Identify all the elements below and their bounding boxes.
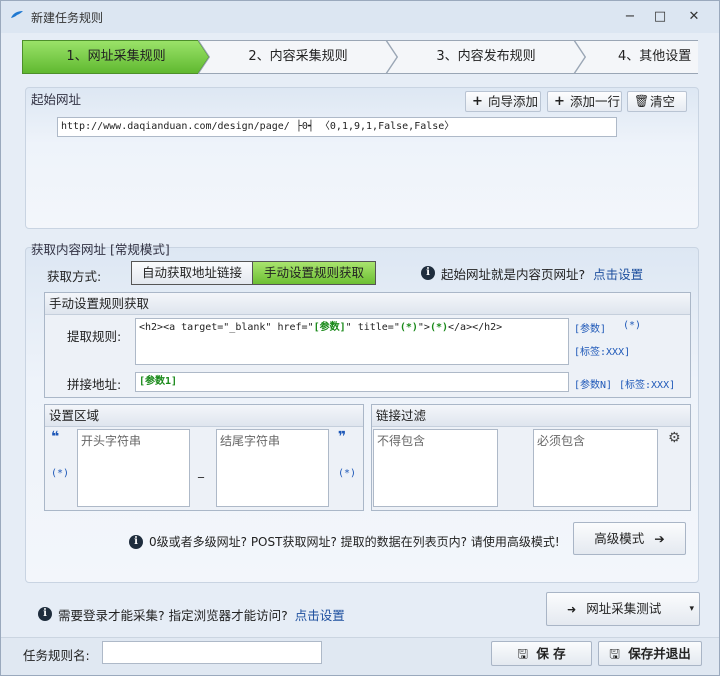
fetch-method-label: 获取方式: <box>47 269 102 284</box>
task-name-label: 任务规则名: <box>23 648 90 663</box>
extract-wildcard-token: (*) <box>399 322 418 333</box>
save-disk-icon: 🖫 <box>517 646 528 661</box>
step-content-rules-label: 2、内容采集规则 <box>248 49 348 64</box>
step-other-settings-label: 4、其他设置 <box>618 49 692 64</box>
info-icon: i <box>129 535 143 549</box>
step-publish-rules-label: 3、内容发布规则 <box>436 49 536 64</box>
url-collect-test-button[interactable]: ➜ 网址采集测试 ▾ <box>546 592 700 626</box>
param-n-tag-link[interactable]: [参数N] <box>574 376 612 391</box>
end-string-input[interactable]: 结尾字符串 <box>216 429 329 507</box>
save-label: 保 存 <box>536 646 566 661</box>
extract-rule-part: "> <box>417 322 430 333</box>
start-url-marker: ├0┥ <box>295 121 314 132</box>
new-task-rule-window: 新建任务规则 − □ ✕ 1、网址采集规则 2、内容采集规则 3、内容发布规则 <box>0 0 720 676</box>
wildcard-right-link[interactable]: (*) <box>338 468 356 479</box>
extract-rule-label: 提取规则: <box>67 329 122 344</box>
close-button[interactable]: ✕ <box>681 7 707 27</box>
app-logo-icon <box>11 11 23 18</box>
maximize-icon: □ <box>653 9 667 24</box>
auto-fetch-label: 自动获取地址链接 <box>141 265 242 280</box>
join-url-value: [参数1] <box>139 376 178 387</box>
extract-rule-part: <h2><a target="_blank" href=" <box>139 322 314 333</box>
login-hint: 需要登录才能采集? 指定浏览器才能访问? 点击设置 <box>58 605 345 624</box>
open-quote-icon[interactable]: ❝ <box>51 429 59 445</box>
wizard-steps: 1、网址采集规则 2、内容采集规则 3、内容发布规则 4、其他设置 <box>22 40 698 74</box>
start-string-input[interactable]: 开头字符串 <box>77 429 190 507</box>
wildcard-tag-link[interactable]: (*) <box>623 320 641 331</box>
maximize-button[interactable]: □ <box>647 7 673 27</box>
add-row-label: 添加一行 <box>570 94 621 109</box>
wizard-add-button[interactable]: + 向导添加 <box>465 91 541 112</box>
login-settings-link[interactable]: 点击设置 <box>295 608 345 623</box>
chevron-down-icon[interactable]: ▾ <box>689 593 694 625</box>
extract-rule-input[interactable]: <h2><a target="_blank" href="[参数]" title… <box>135 318 569 365</box>
url-collect-test-label: 网址采集测试 <box>586 601 662 616</box>
start-url-heading: 起始网址 <box>31 92 82 107</box>
title-bar: 新建任务规则 − □ ✕ <box>1 1 719 33</box>
label-tag-link-2[interactable]: [标签:XXX] <box>619 376 675 391</box>
content-page-question: 起始网址就是内容页网址? 点击设置 <box>441 264 643 283</box>
start-url-prefix: http://www.daqianduan.com/design/page/ <box>61 121 290 132</box>
minimize-icon: − <box>624 9 636 24</box>
join-url-input[interactable]: [参数1] <box>135 372 569 392</box>
info-icon: i <box>421 266 435 280</box>
step-url-rules[interactable]: 1、网址采集规则 <box>22 40 210 74</box>
close-quote-icon[interactable]: ❞ <box>338 429 346 445</box>
label-tag-link[interactable]: [标签:XXX] <box>574 343 630 358</box>
extract-rule-part: </a></h2> <box>448 322 503 333</box>
include-filter-input[interactable]: 必须包含 <box>533 429 658 507</box>
fetch-url-heading: 获取内容网址 [常规模式] <box>31 242 170 257</box>
save-disk-icon: 🖫 <box>609 646 620 661</box>
advanced-mode-hint: 0级或者多级网址? POST获取网址? 提取的数据在列表页内? 请使用高级模式! <box>149 535 560 549</box>
content-page-question-text: 起始网址就是内容页网址? <box>441 267 586 282</box>
manual-fetch-label: 手动设置规则获取 <box>263 265 364 280</box>
extract-wildcard-token: (*) <box>429 322 449 333</box>
step-publish-rules[interactable]: 3、内容发布规则 <box>386 40 586 74</box>
step-content-rules[interactable]: 2、内容采集规则 <box>198 40 398 74</box>
extract-param-token: [参数] <box>313 322 346 333</box>
wizard-add-label: 向导添加 <box>488 94 539 109</box>
minimize-button[interactable]: − <box>617 7 643 27</box>
content-page-settings-link[interactable]: 点击设置 <box>593 267 643 282</box>
extract-rule-part: " title=" <box>345 322 400 333</box>
window-title: 新建任务规则 <box>31 11 104 25</box>
start-url-list-item[interactable]: http://www.daqianduan.com/design/page/ ├… <box>57 117 617 137</box>
login-hint-text: 需要登录才能采集? 指定浏览器才能访问? <box>58 608 288 623</box>
manual-fetch-option[interactable]: 手动设置规则获取 <box>253 261 376 285</box>
join-url-label: 拼接地址: <box>67 377 122 392</box>
auto-fetch-option[interactable]: 自动获取地址链接 <box>131 261 253 285</box>
save-and-exit-button[interactable]: 🖫 保存并退出 <box>598 641 702 666</box>
region-dash: _ <box>198 464 204 478</box>
plus-icon: + <box>554 94 565 109</box>
step-url-rules-label: 1、网址采集规则 <box>66 49 166 64</box>
advanced-mode-label: 高级模式 <box>594 531 645 546</box>
param-tag-link[interactable]: [参数] <box>574 320 606 335</box>
arrow-right-icon: ➔ <box>654 531 665 546</box>
link-filter-heading: 链接过滤 <box>372 405 690 427</box>
region-heading: 设置区域 <box>45 405 363 427</box>
clear-label: 清空 <box>650 94 676 109</box>
add-row-button[interactable]: + 添加一行 <box>547 91 622 112</box>
advanced-mode-button[interactable]: 高级模式 ➔ <box>573 522 686 555</box>
gear-icon[interactable]: ⚙ <box>668 430 681 446</box>
save-and-exit-label: 保存并退出 <box>628 646 691 661</box>
task-name-input[interactable] <box>102 641 322 664</box>
clear-button[interactable]: 🗑 清空 <box>627 91 687 112</box>
manual-rules-heading: 手动设置规则获取 <box>45 293 690 315</box>
trash-icon: 🗑 <box>634 94 650 108</box>
exclude-filter-input[interactable]: 不得包含 <box>373 429 498 507</box>
sign-in-icon: ➜ <box>567 603 577 616</box>
wildcard-left-link[interactable]: (*) <box>51 468 69 479</box>
info-icon: i <box>38 607 52 621</box>
save-button[interactable]: 🖫 保 存 <box>491 641 592 666</box>
step-other-settings[interactable]: 4、其他设置 <box>574 40 698 74</box>
close-icon: ✕ <box>688 9 700 24</box>
start-url-suffix: 〈0,1,9,1,False,False〉 <box>319 121 455 132</box>
plus-icon: + <box>472 94 483 109</box>
